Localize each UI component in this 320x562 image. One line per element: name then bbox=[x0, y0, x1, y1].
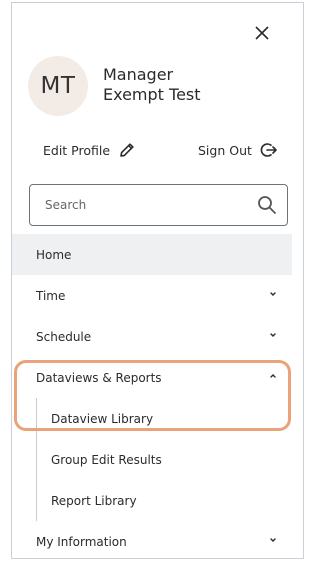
sub-item-report-library[interactable]: Report Library bbox=[12, 480, 292, 521]
nav-item-my-information[interactable]: My Information bbox=[12, 521, 292, 562]
nav-item-home[interactable]: Home bbox=[12, 234, 292, 275]
chevron-up-icon bbox=[270, 374, 276, 378]
chevron-down-icon bbox=[270, 333, 276, 337]
search-icon[interactable] bbox=[257, 195, 277, 215]
nav-item-time[interactable]: Time bbox=[12, 275, 292, 316]
sign-out-link[interactable]: Sign Out bbox=[198, 139, 278, 161]
nav-item-schedule[interactable]: Schedule bbox=[12, 316, 292, 357]
nav-item-my-information-label: My Information bbox=[36, 534, 127, 549]
nav-item-time-label: Time bbox=[36, 288, 66, 303]
search-input[interactable] bbox=[45, 198, 257, 212]
pencil-icon bbox=[120, 143, 134, 157]
search-field[interactable] bbox=[29, 184, 288, 226]
edit-profile-link[interactable]: Edit Profile bbox=[43, 139, 136, 161]
nav-menu: Home Time Schedule Dataviews & Reports D… bbox=[12, 234, 292, 562]
nav-item-dataviews-label: Dataviews & Reports bbox=[36, 370, 162, 385]
submenu-divider bbox=[36, 398, 37, 521]
nav-item-home-label: Home bbox=[36, 247, 72, 262]
edit-profile-label: Edit Profile bbox=[43, 142, 111, 158]
chevron-down-icon bbox=[270, 538, 276, 542]
nav-item-schedule-label: Schedule bbox=[36, 329, 92, 344]
sign-out-icon bbox=[260, 143, 277, 157]
close-icon[interactable] bbox=[255, 26, 269, 40]
dataviews-submenu: Dataview Library Group Edit Results Repo… bbox=[12, 398, 292, 521]
avatar: MT bbox=[28, 56, 88, 116]
sub-item-dataview-library[interactable]: Dataview Library bbox=[12, 398, 292, 439]
user-name-line1: Manager bbox=[103, 65, 174, 84]
sign-out-label: Sign Out bbox=[198, 142, 252, 158]
sub-item-group-edit-results[interactable]: Group Edit Results bbox=[12, 439, 292, 480]
user-name-line2: Exempt Test bbox=[103, 85, 201, 104]
chevron-down-icon bbox=[270, 292, 276, 296]
nav-item-dataviews-reports[interactable]: Dataviews & Reports bbox=[12, 357, 292, 398]
close-button[interactable] bbox=[250, 21, 274, 45]
user-name: Manager Exempt Test bbox=[103, 65, 201, 105]
